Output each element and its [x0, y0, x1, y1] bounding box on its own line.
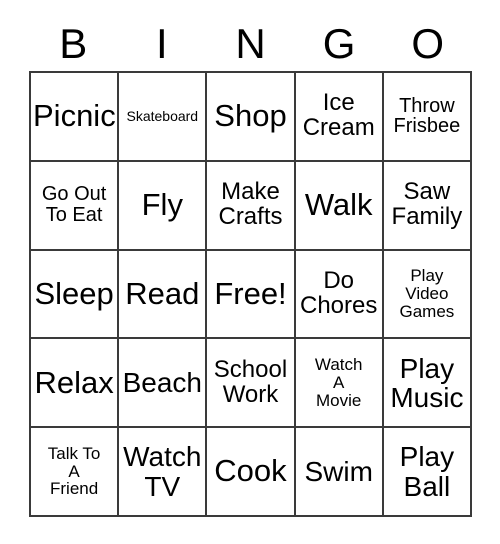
- bingo-card: B I N G O Picnic Skateboard Shop Ice Cream Throw…: [0, 0, 500, 544]
- bingo-cell-label: Ice Cream: [302, 89, 375, 142]
- bingo-cell[interactable]: Walk: [295, 161, 384, 251]
- bingo-cell[interactable]: Skateboard: [119, 73, 208, 162]
- bingo-cell-label: Talk To A Friend: [47, 444, 101, 499]
- bingo-cell[interactable]: Play Ball: [383, 428, 472, 517]
- bingo-cell-label: Throw Frisbee: [393, 94, 461, 138]
- bingo-cell[interactable]: Play Video Games: [383, 250, 472, 340]
- bingo-free-space-cell[interactable]: Free!: [207, 250, 296, 340]
- bingo-cell[interactable]: Do Chores: [295, 250, 384, 340]
- bingo-cell[interactable]: Picnic: [31, 73, 120, 162]
- bingo-cell-label: School Work: [213, 355, 288, 408]
- bingo-cell[interactable]: School Work: [207, 339, 296, 429]
- bingo-cell[interactable]: Throw Frisbee: [383, 73, 472, 162]
- bingo-cell-label: Watch A Movie: [314, 355, 363, 410]
- bingo-column-letter-n: N: [235, 20, 266, 67]
- bingo-cell-label: Play Video Games: [399, 266, 455, 321]
- bingo-cell[interactable]: Shop: [207, 73, 296, 162]
- bingo-column-letter-b: B: [59, 20, 88, 67]
- bingo-cell-label: Beach: [122, 367, 202, 399]
- bingo-cell[interactable]: Relax: [31, 339, 120, 429]
- bingo-cell-label: Do Chores: [300, 267, 378, 319]
- bingo-cell-label: Relax: [34, 364, 114, 400]
- bingo-cell[interactable]: Ice Cream: [295, 73, 384, 162]
- bingo-cell-label: Go Out To Eat: [41, 183, 107, 227]
- bingo-cell-label: Free!: [214, 275, 287, 311]
- bingo-cell-label: Cook: [214, 453, 287, 489]
- bingo-cell-label: Make Crafts: [218, 178, 283, 231]
- bingo-cell[interactable]: Make Crafts: [207, 161, 296, 251]
- bingo-cell[interactable]: Watch A Movie: [295, 339, 384, 429]
- bingo-cell[interactable]: Saw Family: [383, 161, 472, 251]
- bingo-cell[interactable]: Swim: [295, 428, 384, 517]
- bingo-cell-label: Shop: [214, 98, 287, 134]
- bingo-cell-label: Play Music: [390, 352, 464, 413]
- bingo-cell[interactable]: Talk To A Friend: [31, 428, 120, 517]
- bingo-grid: Picnic Skateboard Shop Ice Cream Throw Frisb…: [29, 71, 472, 517]
- bingo-cell-label: Walk: [304, 187, 373, 223]
- bingo-cell[interactable]: Read: [119, 250, 208, 340]
- bingo-cell[interactable]: Go Out To Eat: [31, 161, 120, 251]
- bingo-cell-label: Swim: [304, 456, 373, 488]
- bingo-column-letter-i: I: [156, 20, 168, 67]
- bingo-cell-label: Play Ball: [399, 441, 455, 502]
- bingo-header-letters: BINGO: [29, 18, 472, 70]
- bingo-cell[interactable]: Beach: [119, 339, 208, 429]
- bingo-cell-label: Sleep: [34, 275, 114, 311]
- bingo-cell-label: Picnic: [33, 98, 116, 134]
- bingo-cell[interactable]: Sleep: [31, 250, 120, 340]
- bingo-cell[interactable]: Play Music: [383, 339, 472, 429]
- bingo-cell-label: Fly: [141, 187, 183, 223]
- bingo-cell[interactable]: Cook: [207, 428, 296, 517]
- bingo-column-letter-g: G: [322, 20, 356, 67]
- bingo-cell-label: Skateboard: [126, 108, 199, 125]
- bingo-column-letter-o: O: [411, 20, 444, 67]
- bingo-cell[interactable]: Watch TV: [119, 428, 208, 517]
- bingo-cell-label: Saw Family: [391, 178, 463, 231]
- bingo-cell-label: Read: [125, 275, 200, 311]
- bingo-cell-label: Watch TV: [123, 441, 202, 502]
- bingo-cell[interactable]: Fly: [119, 161, 208, 251]
